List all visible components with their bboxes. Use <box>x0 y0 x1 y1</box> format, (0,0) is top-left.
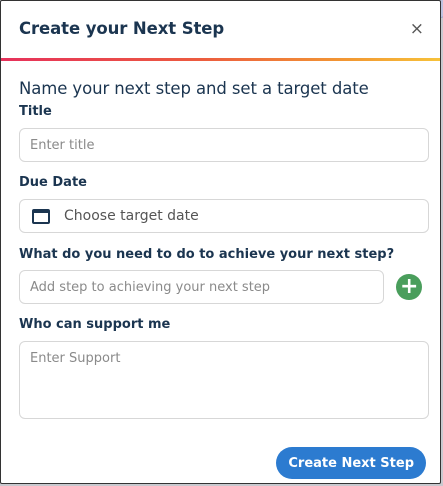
calendar-icon <box>32 208 50 224</box>
modal-body: Name your next step and set a target dat… <box>1 61 440 419</box>
step-placeholder: Add step to achieving your next step <box>30 279 271 295</box>
form-subheading: Name your next step and set a target dat… <box>19 79 369 98</box>
close-icon[interactable]: × <box>410 21 424 38</box>
due-date-label: Due Date <box>19 175 87 190</box>
steps-row: Add step to achieving your next step + <box>19 270 422 304</box>
step-input[interactable]: Add step to achieving your next step <box>19 270 385 304</box>
title-placeholder: Enter title <box>30 137 95 153</box>
create-next-step-button[interactable]: Create Next Step <box>276 447 426 479</box>
modal-header: Create your Next Step × <box>1 1 440 61</box>
title-label: Title <box>19 104 52 119</box>
create-next-step-modal: Create your Next Step × Name your next s… <box>0 0 441 484</box>
support-placeholder: Enter Support <box>30 351 121 366</box>
plus-circle-icon[interactable]: + <box>396 274 422 300</box>
support-label: Who can support me <box>19 317 171 332</box>
modal-title: Create your Next Step <box>19 19 225 38</box>
due-date-placeholder: Choose target date <box>64 208 199 224</box>
steps-label: What do you need to do to achieve your n… <box>19 247 395 262</box>
due-date-input[interactable]: Choose target date <box>19 199 429 233</box>
support-textarea[interactable]: Enter Support <box>19 341 429 419</box>
title-input[interactable]: Enter title <box>19 128 429 162</box>
header-gradient-divider <box>1 58 440 61</box>
